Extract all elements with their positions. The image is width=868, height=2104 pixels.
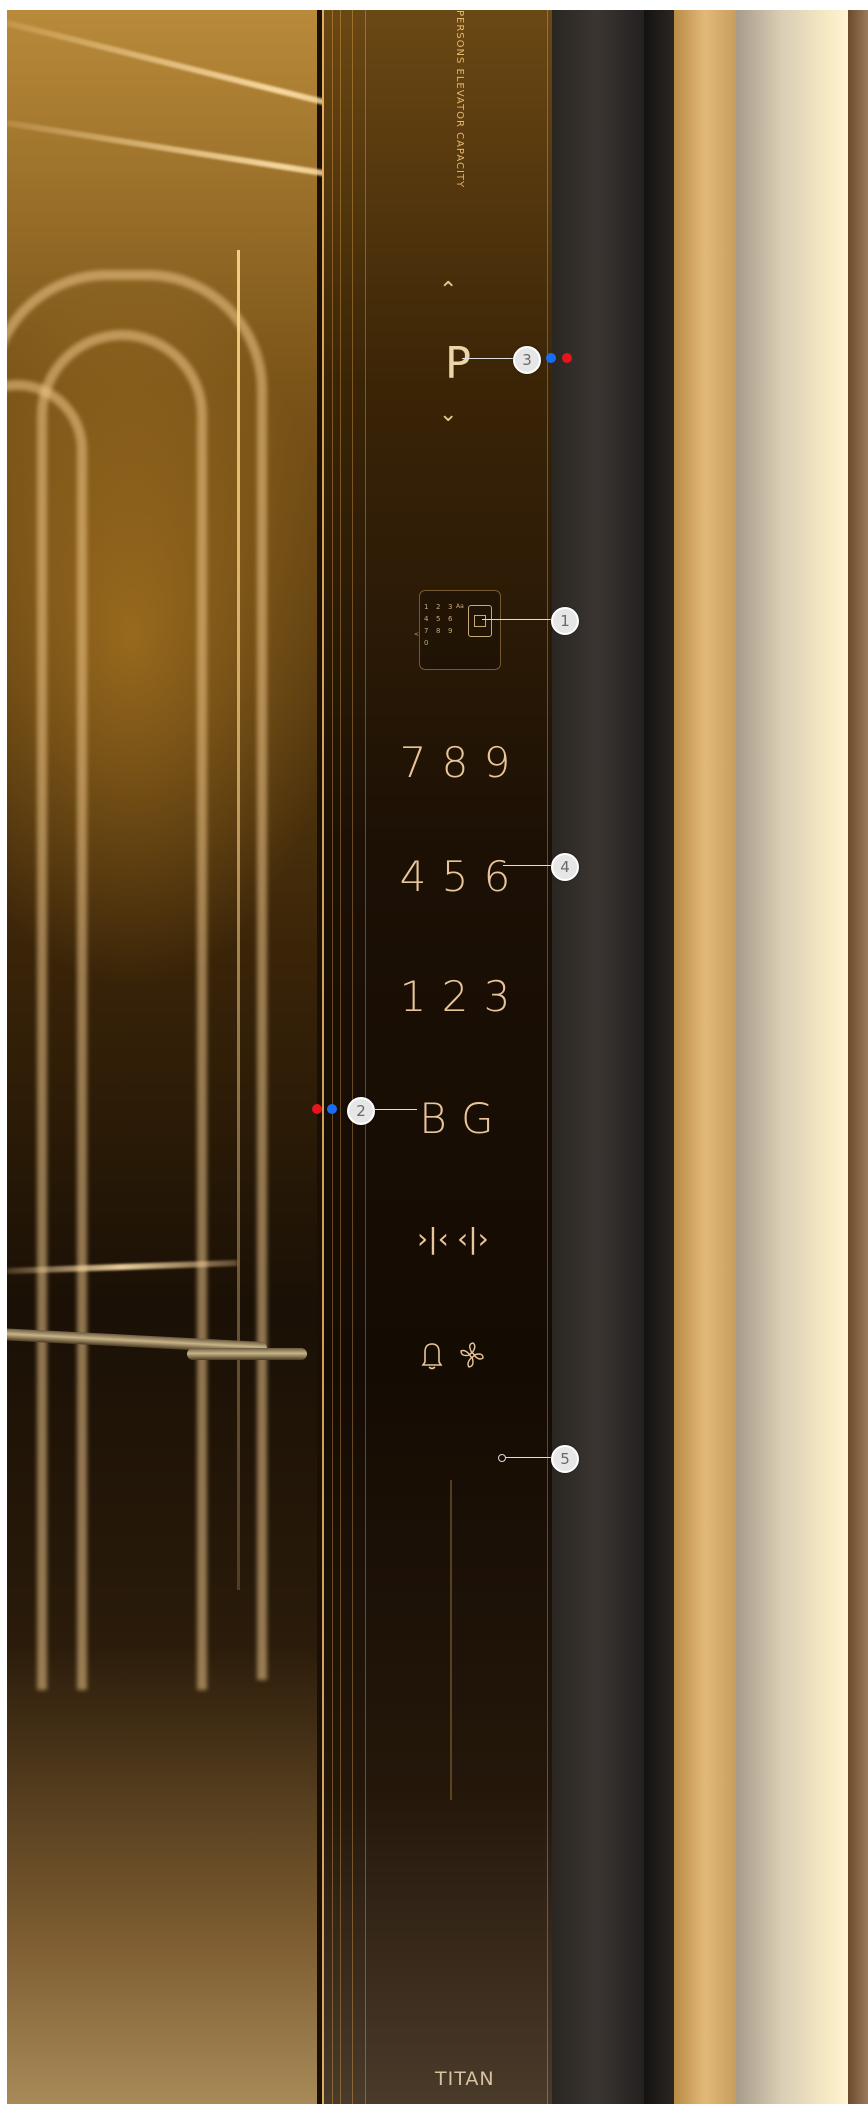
card-reader-icon (468, 605, 492, 637)
function-button-row (417, 1340, 487, 1376)
callout-leader-line (505, 1457, 551, 1458)
keypad-key[interactable]: 9 (448, 627, 458, 635)
panel-edge-line (332, 10, 333, 2104)
elevator-scene: PERSONS ELEVATOR CAPACITY ⌃ P ⌄ 1 2 3 4 … (7, 10, 868, 2104)
callout-3: 3 (513, 346, 541, 374)
panel-seam-line (450, 1480, 452, 1800)
callout-5: 5 (551, 1445, 579, 1473)
panel-edge-line (352, 10, 353, 2104)
panel-edge-line (365, 10, 366, 2104)
keypad-key[interactable]: 5 (436, 615, 446, 623)
callout-leader-line (503, 865, 551, 866)
callout-1: 1 (551, 607, 579, 635)
floor-button-9[interactable]: 9 (483, 742, 511, 784)
cabin-mirror-wall (7, 10, 561, 2104)
floor-indicator-display: P (445, 338, 472, 389)
floor-button-row: 4 5 6 (399, 856, 511, 898)
capacity-label: PERSONS ELEVATOR CAPACITY (454, 10, 465, 189)
floor-button-1[interactable]: 1 (399, 976, 427, 1018)
callout-2: 2 (347, 1097, 375, 1125)
door-open-button[interactable]: ›|‹ (417, 1224, 449, 1254)
wall-edge (848, 10, 868, 2104)
door-frame (552, 10, 644, 2104)
keypad-key[interactable]: 4 (424, 615, 434, 623)
handrail (187, 1348, 307, 1360)
keypad-grid: 1 2 3 4 5 6 7 8 9 0 (424, 603, 458, 647)
keypad-key[interactable]: Aa (456, 603, 464, 610)
panel-edge-line (547, 10, 548, 2104)
keypad-key[interactable]: < (414, 631, 419, 638)
callout-blue-dot (546, 353, 556, 363)
floor-button-2[interactable]: 2 (441, 976, 469, 1018)
floor-button-6[interactable]: 6 (483, 856, 511, 898)
floor-button-3[interactable]: 3 (483, 976, 511, 1018)
keypad-key[interactable]: 0 (424, 639, 434, 647)
callout-red-dot (562, 353, 572, 363)
callout-leader-line (375, 1109, 417, 1110)
control-panel (322, 10, 554, 2104)
card-reader-sensor (474, 615, 486, 627)
door-button-row: ›|‹ ‹|› (417, 1224, 489, 1254)
keypad-key[interactable]: 6 (448, 615, 458, 623)
floor-button-row: 7 8 9 (399, 742, 511, 784)
floor-button-7[interactable]: 7 (399, 742, 427, 784)
floor-button-8[interactable]: 8 (441, 742, 469, 784)
brand-logo: TITAN (435, 2068, 495, 2090)
door-close-button[interactable]: ‹|› (457, 1224, 489, 1254)
keypad-key[interactable]: 2 (436, 603, 446, 611)
door-frame-edge (644, 10, 674, 2104)
floor-button-5[interactable]: 5 (441, 856, 469, 898)
door-frame-gold-trim (674, 10, 736, 2104)
lit-wall-panel (736, 10, 848, 2104)
up-arrow-icon: ⌃ (439, 278, 458, 303)
keypad-key[interactable]: 7 (424, 627, 434, 635)
down-arrow-icon: ⌄ (439, 402, 458, 427)
floor-button-g[interactable]: G (461, 1098, 494, 1140)
callout-leader-line (482, 619, 551, 620)
keypad-key[interactable]: 1 (424, 603, 434, 611)
light-arch-reflection (7, 380, 87, 1690)
panel-edge-line (340, 10, 341, 2104)
callout-leader-line (462, 358, 513, 359)
fan-icon[interactable] (457, 1340, 487, 1376)
alarm-bell-icon[interactable] (417, 1340, 447, 1376)
callout-blue-dot (327, 1104, 337, 1114)
light-line-reflection (237, 250, 240, 1590)
sensor-point-marker (498, 1454, 506, 1462)
callout-4: 4 (551, 853, 579, 881)
callout-red-dot (312, 1104, 322, 1114)
floor-button-4[interactable]: 4 (399, 856, 427, 898)
floor-button-b[interactable]: B (419, 1098, 447, 1140)
keypad-key[interactable]: 8 (436, 627, 446, 635)
floor-button-row: 1 2 3 (399, 976, 511, 1018)
keypad-card-reader[interactable]: 1 2 3 4 5 6 7 8 9 0 Aa < (414, 590, 501, 670)
floor-button-row: B G (419, 1098, 494, 1140)
